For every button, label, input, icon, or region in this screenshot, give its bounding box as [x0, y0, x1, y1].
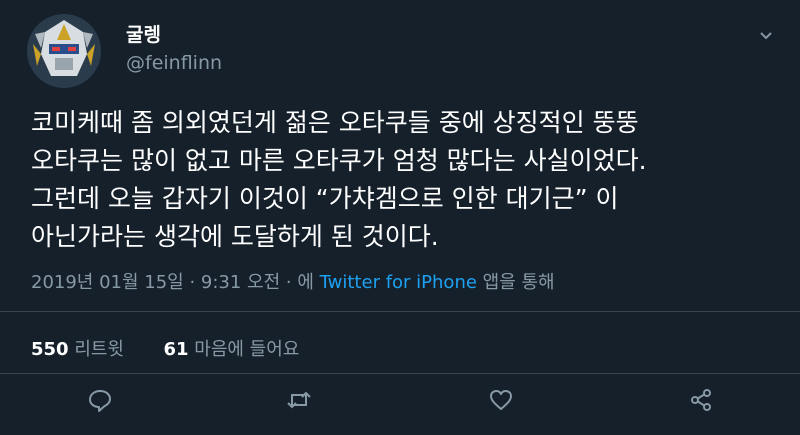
display-name[interactable]: 굴렝 — [126, 20, 161, 47]
divider — [0, 373, 800, 374]
via-prefix: 에 — [297, 272, 320, 293]
retweet-icon[interactable] — [286, 387, 312, 413]
avatar-robot-icon — [27, 14, 101, 88]
reply-icon[interactable] — [87, 387, 113, 413]
tweet-stats: 550 리트윗 61 마음에 들어요 — [31, 335, 299, 361]
tweet-header: 굴렝 @feinflinn — [0, 0, 800, 100]
via-suffix: 앱을 통해 — [476, 272, 555, 293]
tweet-text-line: 그런데 오늘 갑자기 이것이 “가챠겜으로 인한 대기근” 이 — [31, 184, 619, 213]
likes-label: 마음에 들어요 — [194, 339, 300, 360]
tweet-datetime[interactable]: 2019년 01월 15일 · 9:31 오전 · — [31, 272, 297, 293]
retweets-count: 550 — [31, 339, 69, 360]
tweet-text-line: 아닌가라는 생각에 도달하게 된 것이다. — [31, 222, 439, 251]
likes-stat[interactable]: 61 마음에 들어요 — [163, 339, 299, 360]
tweet-text-line: 코미케때 좀 의외였던게 젊은 오타쿠들 중에 상징적인 뚱뚱 — [31, 108, 639, 137]
likes-count: 61 — [163, 339, 189, 360]
source-link[interactable]: Twitter for iPhone — [320, 272, 477, 293]
retweets-stat[interactable]: 550 리트윗 — [31, 339, 124, 360]
retweets-label: 리트윗 — [74, 339, 124, 360]
divider — [0, 311, 800, 312]
share-icon[interactable] — [688, 387, 714, 413]
tweet-text-line: 오타쿠는 많이 없고 마른 오타쿠가 엄청 많다는 사실이었다. — [31, 146, 647, 175]
tweet-meta: 2019년 01월 15일 · 9:31 오전 · 에 Twitter for … — [31, 268, 555, 294]
user-handle[interactable]: @feinflinn — [126, 52, 222, 74]
menu-chevron-icon[interactable] — [756, 26, 776, 46]
tweet-actions — [0, 383, 800, 423]
avatar[interactable] — [27, 14, 101, 88]
like-icon[interactable] — [488, 387, 514, 413]
tweet-text: 코미케때 좀 의외였던게 젊은 오타쿠들 중에 상징적인 뚱뚱 오타쿠는 많이 … — [31, 104, 781, 256]
